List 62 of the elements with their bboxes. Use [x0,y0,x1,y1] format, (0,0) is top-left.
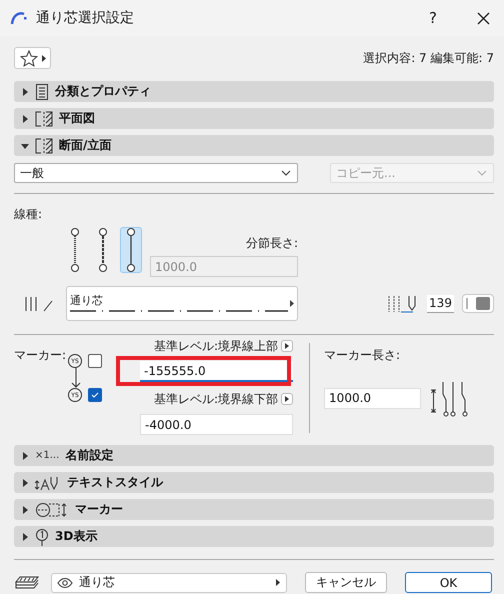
collapse-triangle-icon[interactable] [21,142,29,150]
expand-triangle-icon[interactable] [21,88,29,96]
caret-icon [285,343,290,349]
level-menu-button[interactable] [281,340,294,352]
panel-header[interactable]: ×1... 名前設定 [14,445,494,466]
level-label: 基準レベル:境界線上部 [154,338,278,354]
help-button[interactable]: ? [429,9,437,27]
eye-icon [57,578,73,588]
panel-header[interactable]: 分類とプロパティ [14,81,494,102]
chevron-down-icon [477,170,487,176]
caret-icon [42,54,46,62]
caret-icon [285,396,290,402]
line-type-label: 線種: [14,206,44,223]
layer-dropdown[interactable]: 通り芯 [51,572,287,592]
checkmark-icon [91,392,100,398]
dash-dot-line-icon [70,308,288,314]
expand-triangle-icon[interactable] [21,114,29,122]
expand-triangle-icon[interactable] [21,506,29,514]
checkbox[interactable] [88,388,102,402]
pen-number-field[interactable]: 139 [427,294,454,312]
panel-header[interactable]: 断面/立面 [14,135,494,156]
cancel-button[interactable]: キャンセル [305,572,387,593]
caret-icon [290,300,294,307]
panel-header[interactable]: 平面図 [14,108,494,129]
level-label: 基準レベル:境界線下部 [154,390,278,408]
panel-header[interactable]: テキストスタイル [14,472,494,493]
marker-icon [35,502,69,518]
star-icon [20,50,38,66]
app-logo-icon [10,11,28,25]
marker-label: マーカー: [14,347,66,364]
caret-icon [276,579,280,586]
favorites-button[interactable] [14,47,51,69]
panel-header[interactable]: マーカー [14,499,494,520]
layers-icon [14,574,40,590]
window-title: 通り芯選択設定 [36,9,135,27]
level-menu-button[interactable] [281,393,294,405]
pen-color-button[interactable] [462,294,494,313]
close-icon[interactable] [477,12,490,24]
marker-length-field[interactable]: 1000.0 [324,388,422,408]
expand-triangle-icon[interactable] [21,532,29,540]
pin-icon [35,528,49,546]
ok-button[interactable]: OK [405,572,492,593]
dashed-line-icon [98,227,108,273]
document-icon [35,84,49,100]
panel-header[interactable]: 3D表示 [14,526,494,547]
preset-dropdown[interactable]: 一般 [14,163,298,183]
dotted-line-icon [70,227,80,273]
marker-length-label: マーカー長さ: [324,347,402,364]
level-field[interactable]: -155555.0 [140,361,294,382]
selection-info: 選択内容: 7 編集可能: 7 [363,50,494,66]
line-style-button[interactable] [120,227,142,273]
checkbox[interactable] [88,354,102,368]
color-swatch-icon [466,297,490,310]
level-field[interactable]: -4000.0 [140,414,294,435]
expand-triangle-icon[interactable] [21,452,29,460]
name-icon: ×1... [35,450,60,461]
line-type-selector[interactable]: 通り芯 [66,286,298,321]
segment-length-label: 分節長さ: [246,235,298,252]
solid-line-icon [126,227,136,273]
expand-triangle-icon[interactable] [21,478,29,486]
layer-name: 通り芯 [79,574,115,591]
chevron-down-icon [281,170,291,176]
